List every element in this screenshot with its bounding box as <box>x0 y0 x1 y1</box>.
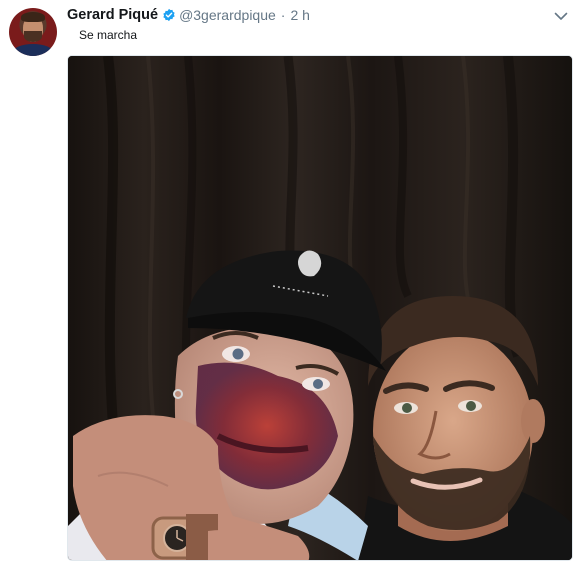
tweet-text: Se marcha <box>79 28 138 42</box>
display-name[interactable]: Gerard Piqué <box>67 7 158 23</box>
separator: · <box>280 7 286 23</box>
timestamp[interactable]: 2 h <box>290 7 309 23</box>
avatar[interactable] <box>9 8 57 56</box>
verified-badge-icon <box>162 8 176 22</box>
avatar-beard <box>24 31 42 42</box>
chevron-down-icon[interactable] <box>553 8 569 24</box>
tweet: Gerard Piqué @3gerardpique · 2 h Se marc… <box>0 0 580 568</box>
avatar-hair <box>21 12 45 22</box>
tweet-header: Gerard Piqué @3gerardpique · 2 h <box>67 6 310 24</box>
tweet-photo[interactable] <box>67 55 573 561</box>
photo-illustration <box>68 56 572 560</box>
avatar-shirt <box>13 44 53 56</box>
user-handle[interactable]: @3gerardpique <box>179 7 276 23</box>
